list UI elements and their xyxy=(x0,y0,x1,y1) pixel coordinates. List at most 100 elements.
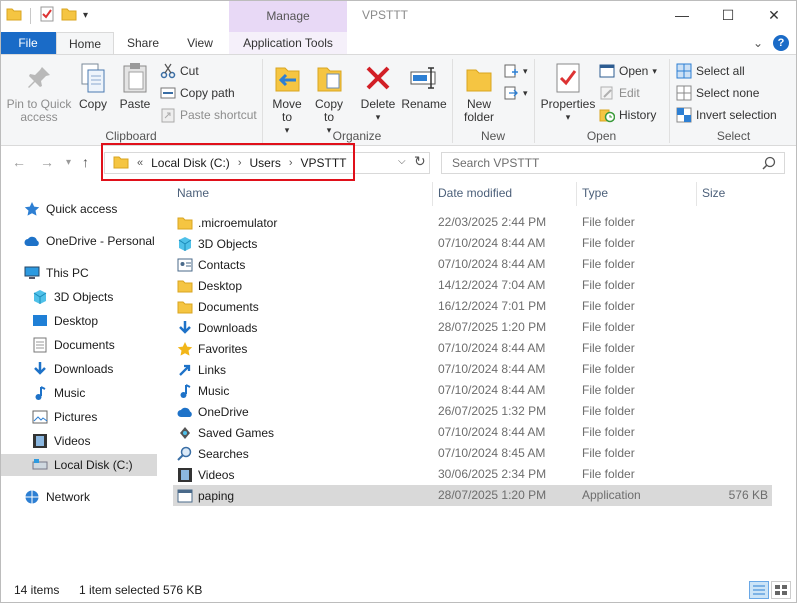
close-button[interactable]: ✕ xyxy=(751,0,797,30)
breadcrumb-overflow[interactable]: « xyxy=(137,157,143,169)
paste-shortcut-button[interactable]: Paste shortcut xyxy=(160,105,257,125)
copy-button[interactable]: Copy xyxy=(76,61,110,111)
refresh-icon[interactable]: ↻ xyxy=(414,153,426,170)
nav-item-pictures[interactable]: Pictures xyxy=(0,406,157,428)
nav-item-music[interactable]: Music xyxy=(0,382,157,404)
nav-item-downloads[interactable]: Downloads xyxy=(0,358,157,380)
pin-to-quick-access-button[interactable]: Pin to Quick access xyxy=(6,61,72,124)
help-icon[interactable]: ? xyxy=(773,35,789,51)
file-type: File folder xyxy=(582,383,635,397)
organize-group: Move to ▾ Copy to ▾ Delete ▾ Rename Orga… xyxy=(263,55,451,146)
up-arrow-icon[interactable]: ↑ xyxy=(82,154,89,170)
nav-item-quick-access[interactable]: Quick access xyxy=(0,198,157,220)
file-row[interactable]: .microemulator 22/03/2025 2:44 PM File fol… xyxy=(173,212,772,233)
select-none-button[interactable]: Select none xyxy=(676,83,759,103)
rename-button[interactable]: Rename xyxy=(401,61,447,111)
edit-button[interactable]: Edit xyxy=(599,83,640,103)
breadcrumb-separator[interactable]: › xyxy=(289,157,293,169)
breadcrumb-separator[interactable]: › xyxy=(238,157,242,169)
cube-icon xyxy=(32,289,48,305)
address-dropdown-chevron-icon[interactable]: ⌵ xyxy=(398,156,406,167)
large-icons-view-button[interactable] xyxy=(771,581,791,599)
tab-share[interactable]: Share xyxy=(118,32,168,54)
nav-item-network[interactable]: Network xyxy=(0,486,157,508)
paste-button[interactable]: Paste xyxy=(118,61,152,111)
nav-item-label: Videos xyxy=(54,434,91,448)
new-item-button[interactable]: ▾ xyxy=(503,61,528,81)
move-to-button[interactable]: Move to ▾ xyxy=(269,61,305,137)
divider[interactable] xyxy=(432,182,433,206)
copy-icon xyxy=(77,61,109,95)
nav-item-onedrive[interactable]: OneDrive - Personal xyxy=(0,230,157,252)
file-type: File folder xyxy=(582,215,635,229)
file-row[interactable]: Saved Games 07/10/2024 8:44 AM File folder xyxy=(173,422,772,443)
file-row[interactable]: 3D Objects 07/10/2024 8:44 AM File folder xyxy=(173,233,772,254)
file-type: File folder xyxy=(582,257,635,271)
file-row[interactable]: Documents 16/12/2024 7:01 PM File folder xyxy=(173,296,772,317)
new-folder-qat-icon[interactable] xyxy=(61,6,77,25)
nav-item-this-pc[interactable]: This PC xyxy=(0,262,157,284)
file-row[interactable]: Favorites 07/10/2024 8:44 AM File folder xyxy=(173,338,772,359)
file-name-cell: Searches xyxy=(177,443,249,464)
file-name-cell: Documents xyxy=(177,296,259,317)
file-date: 30/06/2025 2:34 PM xyxy=(438,467,547,481)
ribbon-controls: ⌄ ? xyxy=(753,35,789,51)
manage-contextual-tab[interactable]: Manage xyxy=(229,0,347,32)
address-bar[interactable]: « Local Disk (C:) › Users › VPSTTT xyxy=(104,152,430,174)
cut-button[interactable]: Cut xyxy=(160,61,199,81)
file-row[interactable]: paping 28/07/2025 1:20 PM Application 576 K… xyxy=(173,485,772,506)
file-row[interactable]: Links 07/10/2024 8:44 AM File folder xyxy=(173,359,772,380)
file-name: paping xyxy=(198,488,235,503)
customize-qat-icon[interactable]: ▾ xyxy=(83,10,88,21)
details-view-button[interactable] xyxy=(749,581,769,599)
open-button[interactable]: Open ▾ xyxy=(599,61,657,81)
file-row[interactable]: Music 07/10/2024 8:44 AM File folder xyxy=(173,380,772,401)
file-row[interactable]: Downloads 28/07/2025 1:20 PM File folder xyxy=(173,317,772,338)
file-row[interactable]: Desktop 14/12/2024 7:04 AM File folder xyxy=(173,275,772,296)
copy-to-button[interactable]: Copy to ▾ xyxy=(311,61,347,137)
nav-item-videos[interactable]: Videos xyxy=(0,430,157,452)
tab-application-tools[interactable]: Application Tools xyxy=(229,32,347,54)
nav-item-label: Downloads xyxy=(54,362,114,376)
file-date: 16/12/2024 7:01 PM xyxy=(438,299,547,313)
search-icon xyxy=(177,446,193,462)
nav-item-3d-objects[interactable]: 3D Objects xyxy=(0,286,157,308)
recent-locations-chevron-icon[interactable]: ▾ xyxy=(66,157,71,168)
select-all-button[interactable]: Select all xyxy=(676,61,745,81)
invert-selection-button[interactable]: Invert selection xyxy=(676,105,777,125)
new-folder-button[interactable]: New folder xyxy=(459,61,499,124)
breadcrumb-local-disk[interactable]: Local Disk (C:) xyxy=(151,156,230,170)
tab-view[interactable]: View xyxy=(178,32,222,54)
divider[interactable] xyxy=(696,182,697,206)
nav-item-local-disk[interactable]: Local Disk (C:) xyxy=(0,454,157,476)
file-row[interactable]: Contacts 07/10/2024 8:44 AM File folder xyxy=(173,254,772,275)
breadcrumb-vpsttt[interactable]: VPSTTT xyxy=(301,156,347,170)
column-header-type[interactable]: Type xyxy=(582,186,608,204)
tab-home[interactable]: Home xyxy=(56,32,114,55)
minimize-button[interactable]: — xyxy=(659,0,705,30)
nav-item-desktop[interactable]: Desktop xyxy=(0,310,157,332)
easy-access-button[interactable]: ▾ xyxy=(503,83,528,103)
column-header-name[interactable]: Name xyxy=(177,186,209,204)
ribbon-tabs: File Home Share View Application Tools ⌄… xyxy=(0,32,797,55)
tab-file[interactable]: File xyxy=(0,32,56,54)
copy-path-button[interactable]: Copy path xyxy=(160,83,235,103)
chevron-down-icon[interactable]: ⌄ xyxy=(753,36,763,50)
maximize-button[interactable]: ☐ xyxy=(705,0,751,30)
history-button[interactable]: History xyxy=(599,105,656,125)
nav-item-documents[interactable]: Documents xyxy=(0,334,157,356)
divider[interactable] xyxy=(576,182,577,206)
file-row[interactable]: Searches 07/10/2024 8:45 AM File folder xyxy=(173,443,772,464)
properties-qat-icon[interactable] xyxy=(39,6,55,25)
forward-arrow-icon[interactable]: → xyxy=(40,154,54,170)
delete-label: Delete xyxy=(360,97,396,111)
delete-button[interactable]: Delete ▾ xyxy=(361,61,395,124)
properties-button[interactable]: Properties ▾ xyxy=(541,61,595,124)
file-row[interactable]: Videos 30/06/2025 2:34 PM File folder xyxy=(173,464,772,485)
breadcrumb-users[interactable]: Users xyxy=(249,156,280,170)
search-input[interactable]: Search VPSTTT xyxy=(441,152,785,174)
column-header-size[interactable]: Size xyxy=(702,186,725,204)
file-row[interactable]: OneDrive 26/07/2025 1:32 PM File folder xyxy=(173,401,772,422)
column-header-date[interactable]: Date modified xyxy=(438,186,512,204)
back-arrow-icon[interactable]: ← xyxy=(12,154,26,170)
